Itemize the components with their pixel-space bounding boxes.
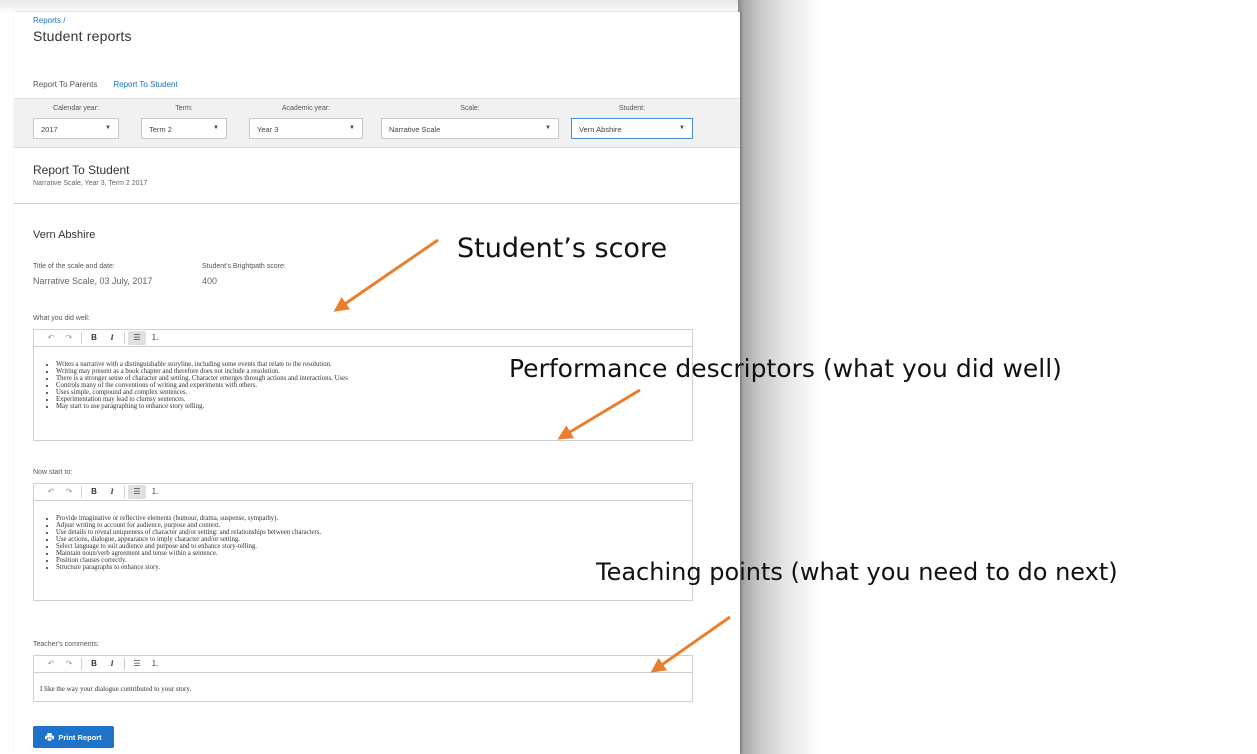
teaching-points-arrow [650,615,731,673]
annotation-arrows [333,238,731,673]
descriptors-arrow [557,388,641,440]
score-arrow [333,238,439,312]
